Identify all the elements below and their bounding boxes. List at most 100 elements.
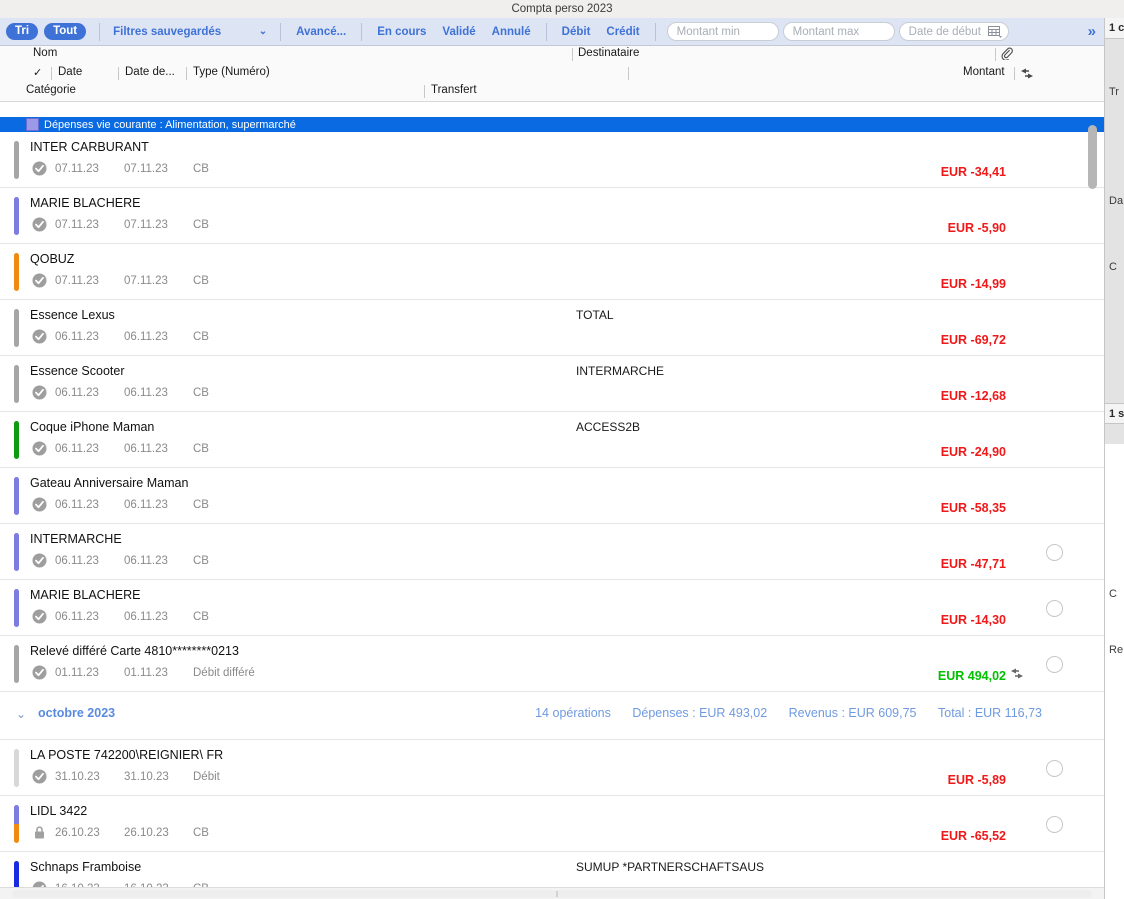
transaction-status-icon[interactable] bbox=[32, 217, 47, 232]
toolbar-divider bbox=[280, 22, 282, 41]
header-divider[interactable] bbox=[995, 48, 996, 61]
attachment-indicator[interactable] bbox=[1046, 760, 1063, 777]
check-circle-icon bbox=[32, 553, 47, 568]
vertical-scrollbar-thumb[interactable] bbox=[1088, 125, 1097, 189]
vertical-scrollbar[interactable] bbox=[1088, 117, 1098, 887]
check-circle-icon bbox=[32, 497, 47, 512]
transaction-status-icon[interactable] bbox=[32, 273, 47, 288]
column-amount[interactable]: Montant bbox=[963, 66, 1005, 78]
transaction-recipient: TOTAL bbox=[576, 308, 614, 322]
header-divider[interactable] bbox=[51, 67, 52, 80]
header-divider[interactable] bbox=[118, 67, 119, 80]
filter-credit[interactable]: Crédit bbox=[598, 26, 647, 38]
column-name[interactable]: Nom bbox=[33, 47, 57, 59]
month-summary-row[interactable]: ⌄ octobre 2023 14 opérations Dépenses : … bbox=[0, 692, 1104, 740]
table-row[interactable]: LA POSTE 742200\REIGNIER\ FR 31.10.23 31.1… bbox=[0, 740, 1104, 796]
horizontal-scrollbar-thumb[interactable] bbox=[12, 890, 1092, 898]
transaction-status-icon[interactable] bbox=[32, 825, 47, 840]
table-row[interactable]: Essence Scooter 06.11.23 06.11.23 CB INTERMA… bbox=[0, 356, 1104, 412]
column-transfer[interactable]: Transfert bbox=[431, 84, 477, 96]
header-divider[interactable] bbox=[186, 67, 187, 80]
table-row[interactable]: MARIE BLACHERE 06.11.23 06.11.23 CB EUR -14,… bbox=[0, 580, 1104, 636]
category-header-row[interactable]: Dépenses vie courante : Alimentation, su… bbox=[0, 117, 1104, 132]
advanced-button[interactable]: Avancé... bbox=[288, 26, 354, 38]
transaction-status-icon[interactable] bbox=[32, 385, 47, 400]
chevron-down-icon[interactable]: ⌄ bbox=[16, 707, 26, 721]
category-color-bar bbox=[14, 805, 19, 843]
amount-max-input[interactable]: Montant max bbox=[782, 22, 895, 41]
expand-toolbar-button[interactable]: » bbox=[1088, 23, 1096, 40]
table-row[interactable]: Essence Lexus 06.11.23 06.11.23 CB TOTAL EUR … bbox=[0, 300, 1104, 356]
filter-validated[interactable]: Validé bbox=[434, 26, 483, 38]
attachment-indicator[interactable] bbox=[1046, 816, 1063, 833]
attachment-indicator[interactable] bbox=[1046, 544, 1063, 561]
transaction-name: Essence Scooter bbox=[30, 364, 125, 378]
table-row[interactable]: INTERMARCHE 06.11.23 06.11.23 CB EUR -47,71 bbox=[0, 524, 1104, 580]
month-label[interactable]: octobre 2023 bbox=[38, 706, 115, 720]
transaction-list[interactable]: Dépenses vie courante : Alimentation, su… bbox=[0, 117, 1104, 887]
category-color-bar bbox=[14, 253, 19, 291]
column-type[interactable]: Type (Numéro) bbox=[193, 66, 270, 78]
table-row[interactable]: Schnaps Framboise16.10.2316.10.23CBSUMUP… bbox=[0, 852, 1104, 887]
table-row[interactable]: LIDL 3422 26.10.23 26.10.23 CB EUR -65,52 bbox=[0, 796, 1104, 852]
horizontal-scrollbar[interactable] bbox=[0, 887, 1104, 899]
transaction-type: CB bbox=[193, 163, 209, 175]
table-row[interactable]: MARIE BLACHERE 07.11.23 07.11.23 CB EUR -5,9… bbox=[0, 188, 1104, 244]
transaction-recipient: SUMUP *PARTNERSCHAFTSAUS bbox=[576, 860, 765, 874]
table-row[interactable]: Relevé différé Carte 4810********0213 01.… bbox=[0, 636, 1104, 692]
header-divider[interactable] bbox=[628, 67, 629, 80]
sort-button[interactable]: Tri bbox=[6, 23, 39, 40]
transaction-status-icon[interactable] bbox=[32, 609, 47, 624]
table-row[interactable]: QOBUZ 07.11.23 07.11.23 CB EUR -14,99 bbox=[0, 244, 1104, 300]
amount-min-input[interactable]: Montant min bbox=[666, 22, 779, 41]
column-category[interactable]: Catégorie bbox=[26, 84, 76, 96]
filter-pending[interactable]: En cours bbox=[369, 26, 434, 38]
transaction-status-icon[interactable] bbox=[32, 769, 47, 784]
column-check[interactable]: ✓ bbox=[33, 66, 42, 79]
table-row[interactable]: Gateau Anniversaire Maman 06.11.23 06.11.2… bbox=[0, 468, 1104, 524]
column-value-date[interactable]: Date de... bbox=[125, 66, 175, 78]
transaction-amount: EUR -12,68 bbox=[940, 389, 1006, 403]
transaction-amount: EUR 494,02 bbox=[937, 669, 1006, 683]
date-start-placeholder: Date de début bbox=[908, 25, 981, 38]
all-button[interactable]: Tout bbox=[44, 23, 87, 40]
transaction-name: MARIE BLACHERE bbox=[30, 196, 141, 210]
attachment-indicator[interactable] bbox=[1046, 600, 1063, 617]
transaction-amount: EUR -14,30 bbox=[940, 613, 1006, 627]
column-date[interactable]: Date bbox=[58, 66, 82, 78]
transaction-status-icon[interactable] bbox=[32, 329, 47, 344]
transaction-date: 06.11.23 bbox=[55, 331, 99, 343]
inspector-label-category: C bbox=[1109, 261, 1117, 273]
calendar-icon[interactable] bbox=[987, 25, 1002, 38]
attachment-indicator[interactable] bbox=[1046, 656, 1063, 673]
transaction-date: 26.10.23 bbox=[55, 827, 100, 839]
column-recipient[interactable]: Destinataire bbox=[578, 47, 639, 59]
transaction-status-icon[interactable] bbox=[32, 665, 47, 680]
transaction-status-icon[interactable] bbox=[32, 161, 47, 176]
header-divider[interactable] bbox=[572, 48, 573, 61]
paperclip-icon[interactable] bbox=[1001, 47, 1013, 63]
transaction-name: MARIE BLACHERE bbox=[30, 588, 141, 602]
category-color-bar bbox=[14, 197, 19, 235]
inspector-tab-2[interactable]: 1 s bbox=[1105, 403, 1124, 424]
transaction-status-icon[interactable] bbox=[32, 497, 47, 512]
transaction-status-icon[interactable] bbox=[32, 553, 47, 568]
transaction-date: 06.11.23 bbox=[55, 443, 99, 455]
category-color-bar bbox=[14, 861, 19, 887]
date-start-input[interactable]: Date de début bbox=[898, 22, 1009, 41]
table-row[interactable]: Coque iPhone Maman 06.11.23 06.11.23 CB ACCE… bbox=[0, 412, 1104, 468]
filter-cancelled[interactable]: Annulé bbox=[484, 26, 539, 38]
amount-max-placeholder: Montant max bbox=[792, 25, 860, 38]
transaction-amount: EUR -47,71 bbox=[940, 557, 1006, 571]
transaction-value-date: 07.11.23 bbox=[124, 163, 168, 175]
filter-debit[interactable]: Débit bbox=[554, 26, 599, 38]
inspector-tab-1[interactable]: 1 c bbox=[1105, 18, 1124, 39]
table-row[interactable]: INTER CARBURANT 07.11.23 07.11.23 CB EUR -34… bbox=[0, 132, 1104, 188]
transfer-arrows-icon[interactable] bbox=[1020, 68, 1034, 82]
header-divider[interactable] bbox=[424, 85, 425, 98]
saved-filters-dropdown[interactable]: Filtres sauvegardés ⌄ bbox=[107, 26, 273, 38]
transaction-name: INTER CARBURANT bbox=[30, 140, 149, 154]
header-divider[interactable] bbox=[1014, 67, 1015, 80]
row-transfer-icon[interactable] bbox=[1010, 666, 1024, 684]
transaction-status-icon[interactable] bbox=[32, 441, 47, 456]
